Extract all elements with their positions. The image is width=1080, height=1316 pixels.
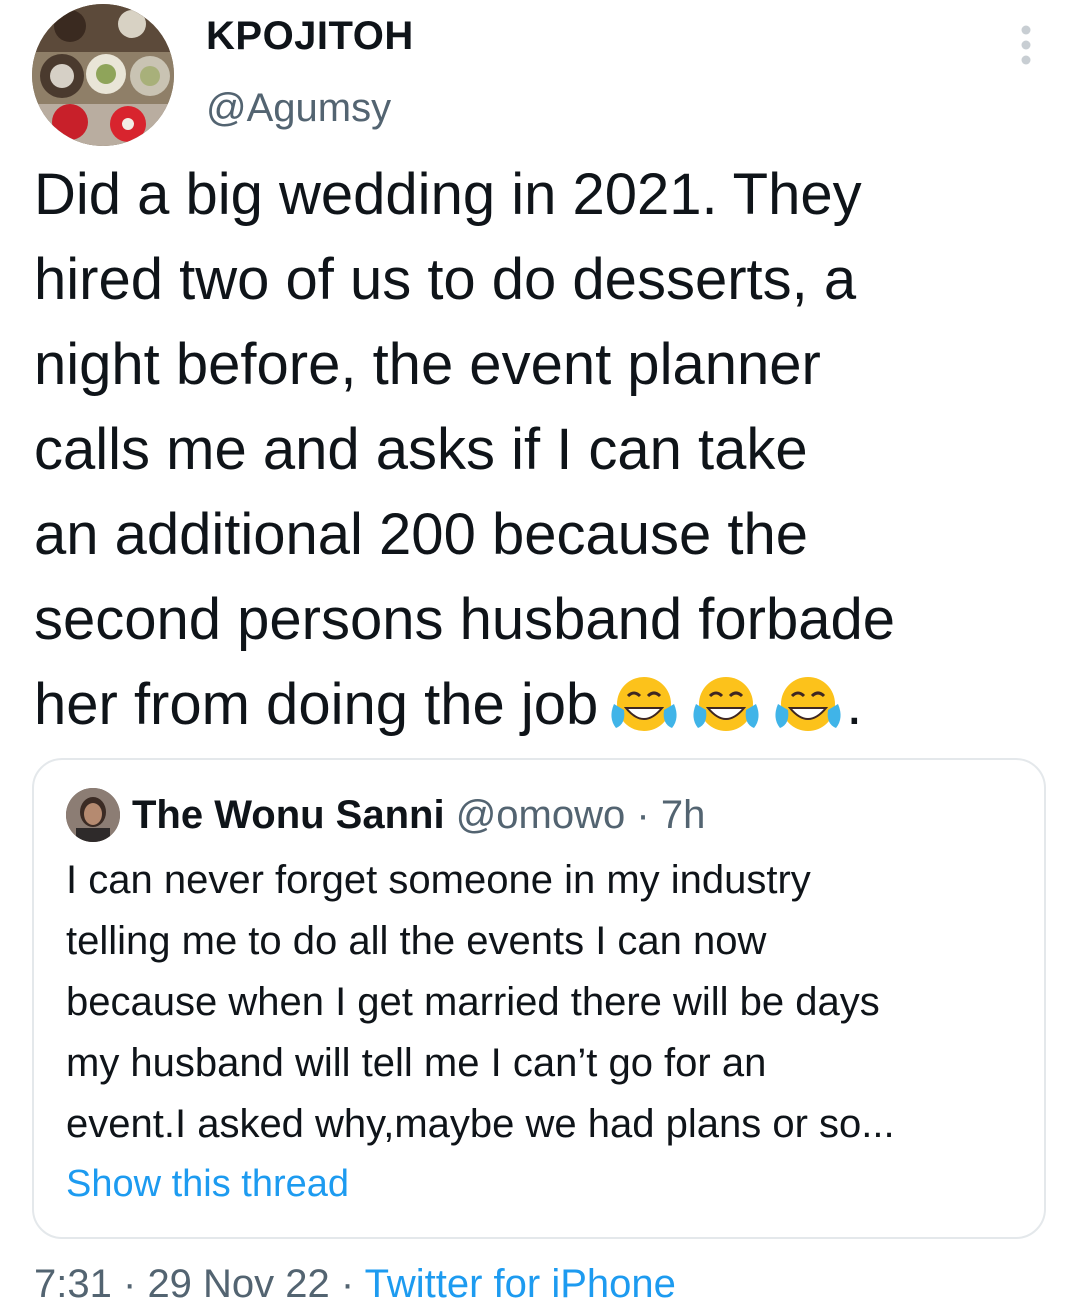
tweet-source-link[interactable]: Twitter for iPhone (365, 1262, 676, 1306)
face-with-tears-of-joy-icon (770, 674, 846, 736)
tweet-date[interactable]: 29 Nov 22 (147, 1262, 329, 1306)
tweet-text: Did a big wedding in 2021. They hired tw… (34, 162, 895, 737)
more-options-button[interactable] (1006, 20, 1046, 70)
author-handle[interactable]: @Agumsy (206, 86, 391, 131)
emoji-group (606, 674, 846, 736)
quoted-author-avatar[interactable] (66, 788, 120, 842)
quoted-tweet-time[interactable]: 7h (661, 793, 706, 837)
quoted-tweet-header: The Wonu Sanni @omowo · 7h (132, 788, 705, 842)
more-vertical-icon (1021, 25, 1031, 65)
author-avatar[interactable] (32, 4, 174, 146)
face-with-tears-of-joy-icon (606, 674, 682, 736)
desserts-photo-avatar-icon (32, 4, 174, 146)
quoted-tweet-text: I can never forget someone in my industr… (66, 858, 895, 1146)
tweet-meta-footer: 7:31 · 29 Nov 22 · Twitter for iPhone (34, 1256, 676, 1312)
quoted-tweet-card[interactable]: The Wonu Sanni @omowo · 7h I can never f… (32, 758, 1046, 1239)
tweet-time[interactable]: 7:31 (34, 1262, 112, 1306)
footer-separator: · (340, 1262, 355, 1306)
tweet-body: Did a big wedding in 2021. They hired tw… (34, 152, 1054, 747)
footer-separator: · (122, 1262, 137, 1306)
tweet-trailing-punct: . (846, 672, 863, 737)
quoted-header-separator: · (636, 793, 650, 837)
author-display-name[interactable]: KPOJITOH (206, 14, 414, 59)
person-photo-avatar-icon (66, 788, 120, 842)
face-with-tears-of-joy-icon (688, 674, 764, 736)
show-this-thread-link[interactable]: Show this thread (66, 1157, 349, 1211)
quoted-author-handle[interactable]: @omowo (456, 793, 626, 837)
quoted-author-name[interactable]: The Wonu Sanni (132, 793, 445, 837)
